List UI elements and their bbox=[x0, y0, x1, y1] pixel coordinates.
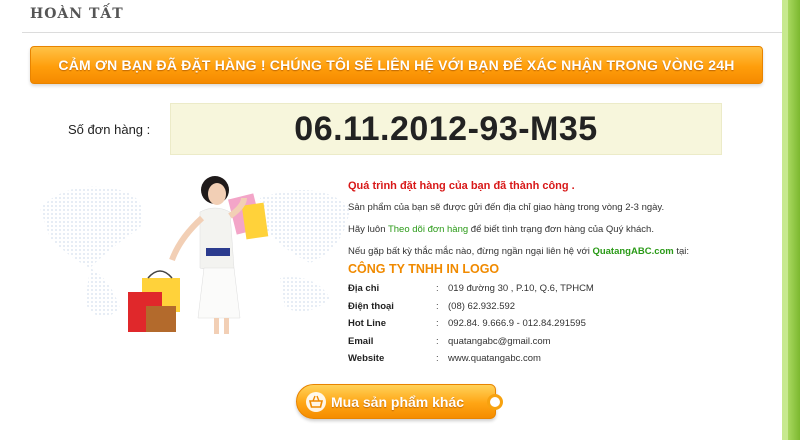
arrow-icon bbox=[487, 394, 503, 410]
site-link[interactable]: QuatangABC.com bbox=[592, 246, 673, 257]
contact-colon: : bbox=[436, 353, 439, 365]
contact-colon: : bbox=[436, 283, 439, 295]
continue-shopping-button[interactable]: Mua sản phẩm khác bbox=[296, 384, 503, 419]
contact-row-hotline: Hot Line : 092.84. 9.666.9 - 012.84.2915… bbox=[348, 315, 768, 333]
contact-key: Hot Line bbox=[348, 318, 386, 330]
title-divider bbox=[22, 32, 782, 33]
contact-colon: : bbox=[436, 318, 439, 330]
contact-note: Nếu gặp bất kỳ thắc mắc nào, đừng ngần n… bbox=[348, 246, 768, 257]
contact-value: 019 đường 30 , P.10, Q.6, TPHCM bbox=[448, 283, 594, 295]
tracking-note-pre: Hãy luôn bbox=[348, 224, 388, 235]
contact-value[interactable]: www.quatangabc.com bbox=[448, 353, 541, 364]
thank-you-banner: CẢM ƠN BẠN ĐÃ ĐẶT HÀNG ! CHÚNG TÔI SẼ LI… bbox=[30, 46, 763, 84]
contact-colon: : bbox=[436, 335, 439, 347]
contact-note-post: tại: bbox=[673, 246, 690, 257]
delivery-note: Sản phẩm của bạn sẽ được gửi đến địa chỉ… bbox=[348, 202, 665, 213]
contact-row-phone: Điện thoại : (08) 62.932.592 bbox=[348, 298, 768, 316]
contact-row-email: Email : quatangabc@gmail.com bbox=[348, 333, 768, 351]
tracking-note-post: để biết tình trạng đơn hàng của Quý khác… bbox=[468, 224, 654, 235]
contact-note-pre: Nếu gặp bất kỳ thắc mắc nào, đừng ngần n… bbox=[348, 246, 593, 257]
right-border bbox=[788, 0, 800, 440]
order-number-label: Số đơn hàng : bbox=[68, 122, 151, 137]
company-name: CÔNG TY TNHH IN LOGO bbox=[348, 262, 500, 276]
contact-key: Email bbox=[348, 335, 374, 347]
contact-value: (08) 62.932.592 bbox=[448, 300, 516, 312]
success-message: Quá trình đặt hàng của bạn đã thành công… bbox=[348, 180, 575, 192]
content-panel: HOÀN TẤT CẢM ƠN BẠN ĐÃ ĐẶT HÀNG ! CHÚNG … bbox=[0, 0, 788, 440]
track-order-link[interactable]: Theo dõi đơn hàng bbox=[388, 224, 468, 235]
order-number-box: 06.11.2012-93-M35 bbox=[170, 103, 722, 155]
contact-value: 092.84. 9.666.9 - 012.84.291595 bbox=[448, 318, 586, 330]
section-title: HOÀN TẤT bbox=[30, 6, 124, 22]
contact-row-address: Địa chỉ : 019 đường 30 , P.10, Q.6, TPHC… bbox=[348, 280, 768, 298]
continue-shopping-label: Mua sản phẩm khác bbox=[331, 393, 465, 410]
contact-colon: : bbox=[436, 300, 439, 312]
contact-key: Website bbox=[348, 353, 385, 365]
tracking-note: Hãy luôn Theo dõi đơn hàng để biết tình … bbox=[348, 224, 768, 235]
contact-key: Địa chỉ bbox=[348, 283, 380, 295]
contact-row-website: Website : www.quatangabc.com bbox=[348, 350, 768, 368]
contact-key: Điện thoại bbox=[348, 300, 394, 312]
basket-icon bbox=[306, 391, 326, 412]
shopper-illustration bbox=[128, 176, 269, 334]
order-info: Quá trình đặt hàng của bạn đã thành công… bbox=[348, 180, 768, 368]
contact-value[interactable]: quatangabc@gmail.com bbox=[448, 336, 551, 347]
